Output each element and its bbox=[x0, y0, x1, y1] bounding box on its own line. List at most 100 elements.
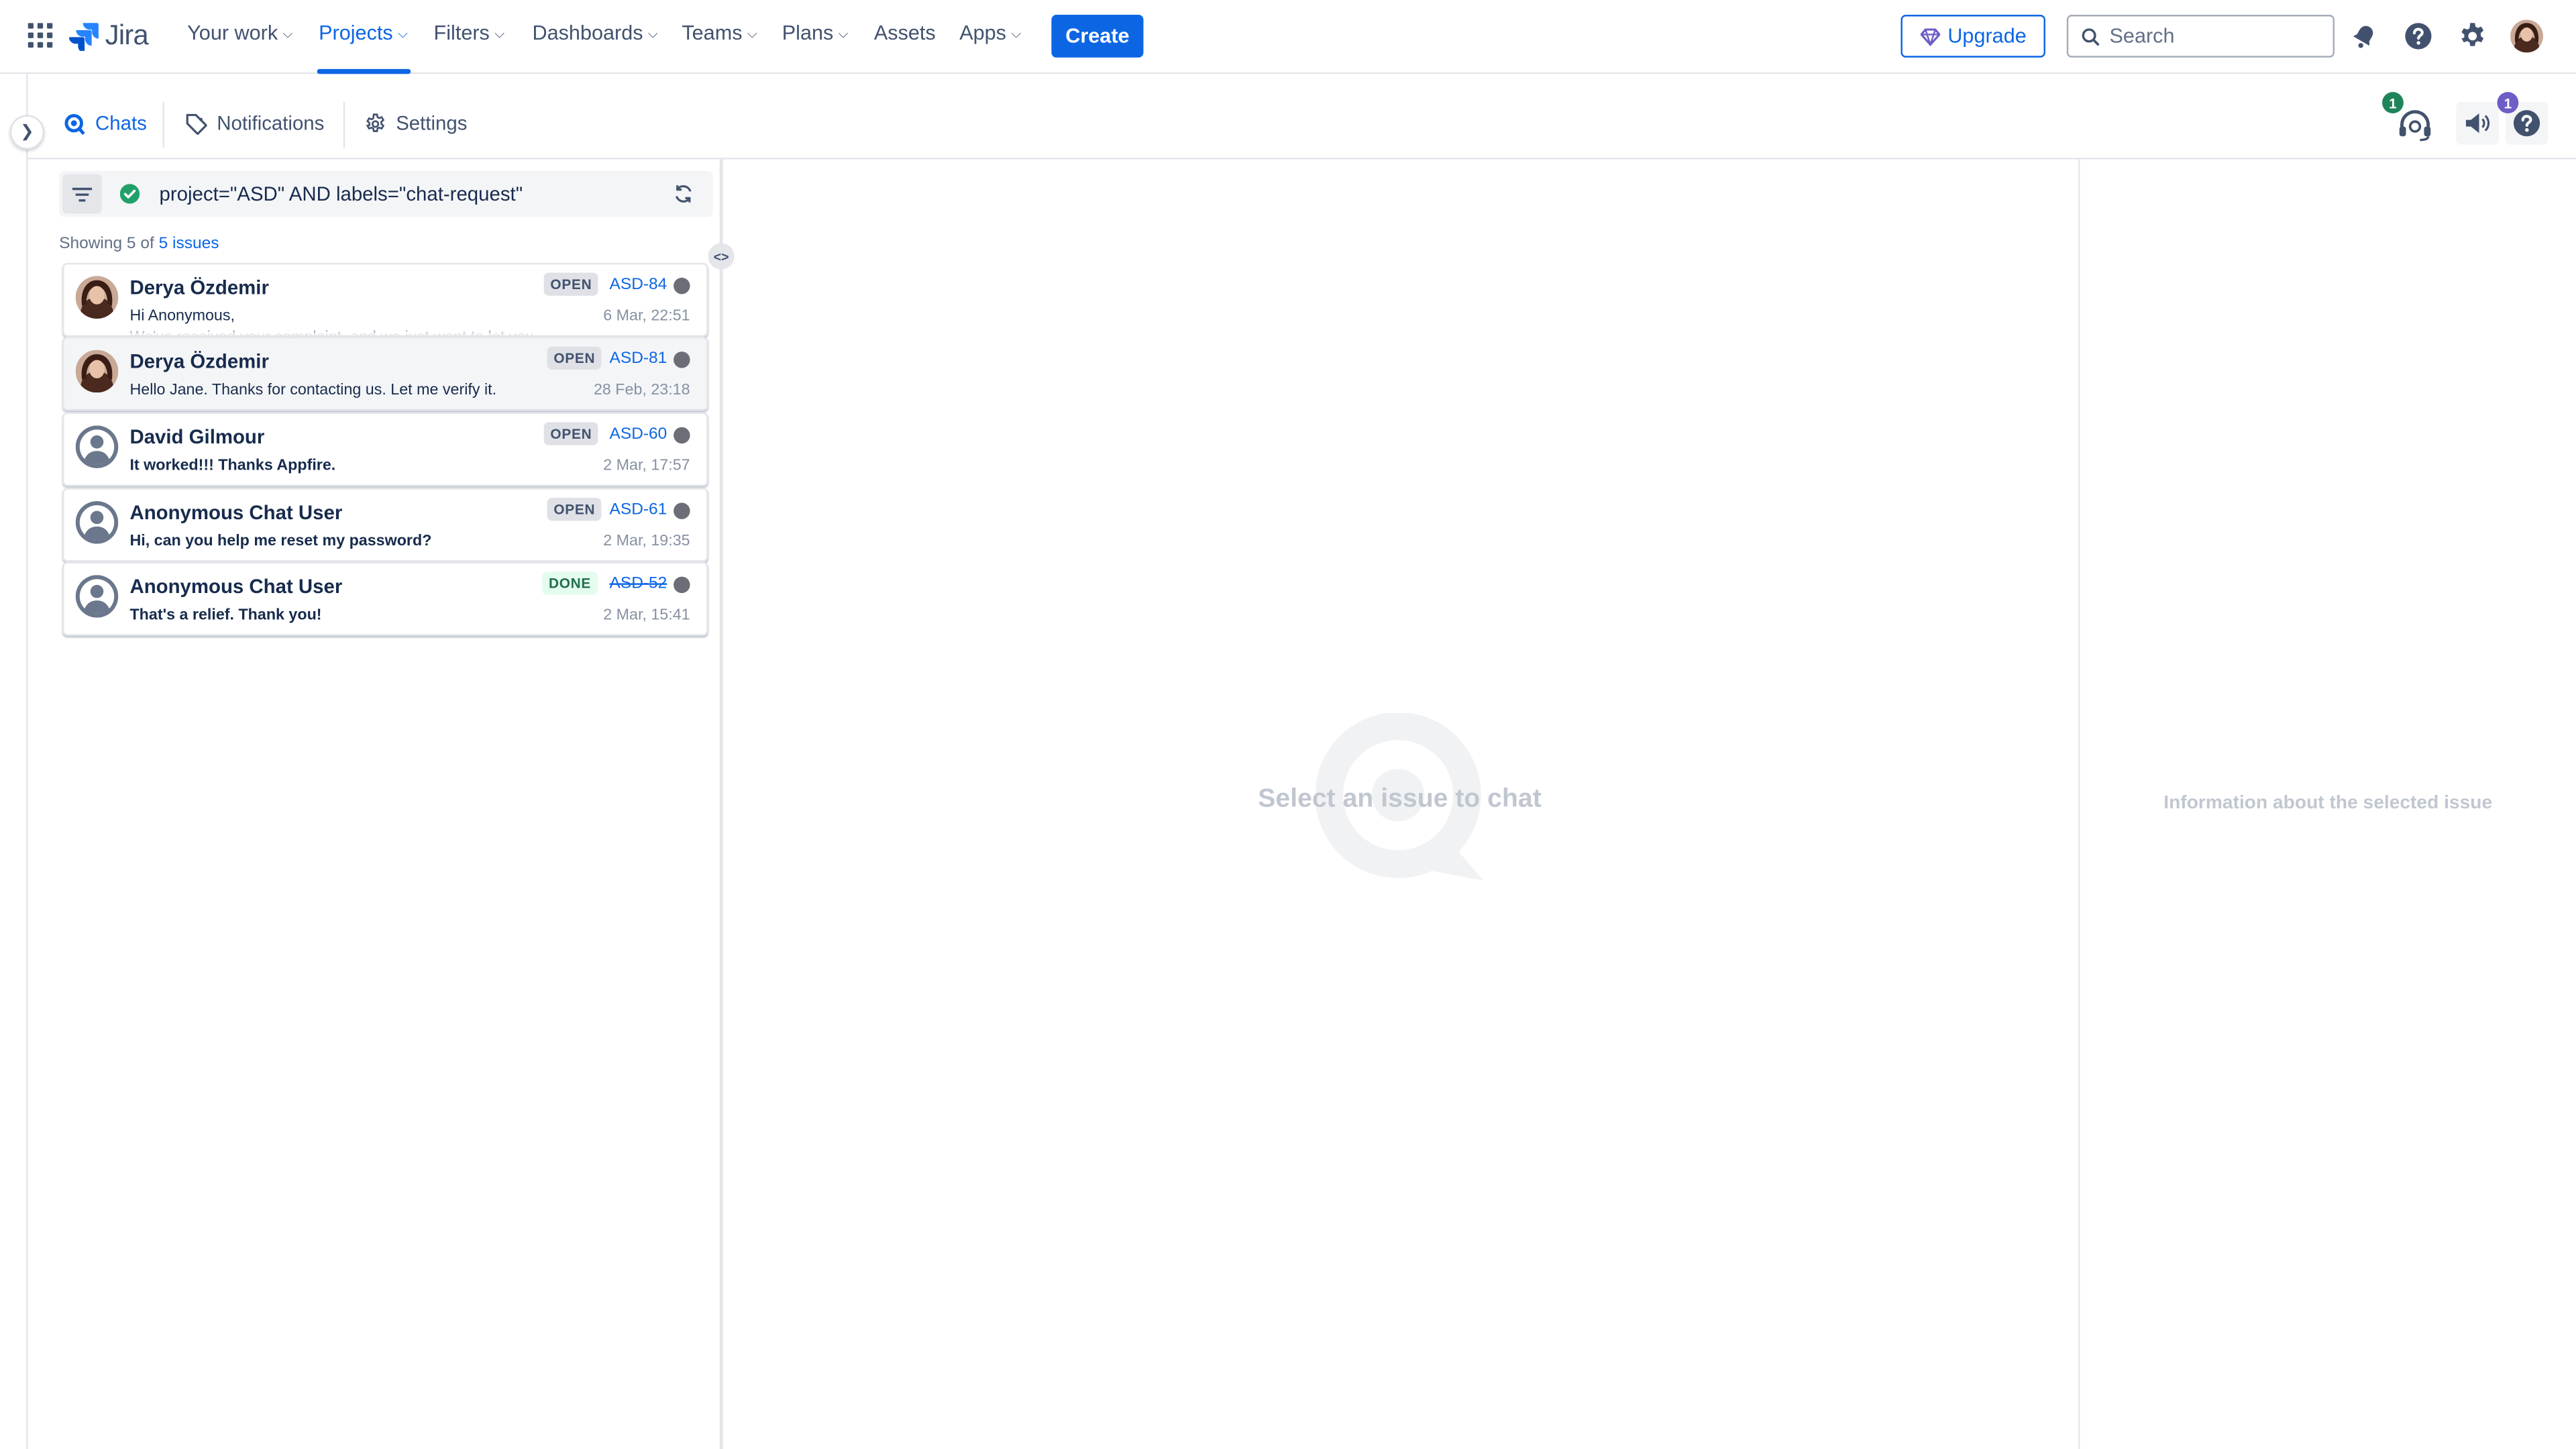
tab-chats[interactable]: Chats bbox=[64, 112, 147, 135]
agent-count-badge: 1 bbox=[2382, 92, 2404, 113]
chevron-down-icon: ⌵ bbox=[647, 25, 658, 41]
issue-reporter-name: David Gilmour bbox=[129, 425, 265, 449]
refresh-icon bbox=[675, 185, 692, 203]
help-count-badge: 1 bbox=[2497, 92, 2519, 113]
issue-key-link[interactable]: ASD-60 bbox=[610, 425, 667, 443]
announcements-button[interactable] bbox=[2456, 101, 2499, 145]
agent-availability-button[interactable]: 1 bbox=[2382, 92, 2436, 145]
chevron-down-icon: ⌵ bbox=[747, 25, 757, 41]
issue-reporter-name: Derya Özdemir bbox=[129, 276, 269, 299]
issue-reporter-name: Derya Özdemir bbox=[129, 350, 269, 373]
issue-last-message: Hello Jane. Thanks for contacting us. Le… bbox=[129, 380, 496, 401]
settings-gear-icon bbox=[366, 113, 385, 131]
nav-label: Dashboards bbox=[532, 21, 643, 45]
nav-label: Your work bbox=[187, 21, 278, 45]
status-badge: OPEN bbox=[547, 498, 602, 521]
chat-logo-icon bbox=[64, 113, 85, 134]
notifications-bell-icon[interactable] bbox=[2351, 23, 2377, 49]
nav-label: Assets bbox=[873, 21, 936, 45]
app-switcher-icon[interactable] bbox=[28, 23, 53, 48]
issue-key-link[interactable]: ASD-61 bbox=[610, 501, 667, 519]
top-navigation: Jira Your work ⌵ Projects ⌵ Filters ⌵ Dashb… bbox=[0, 0, 2576, 74]
jql-query-text[interactable]: project="ASD" AND labels="chat-request" bbox=[160, 182, 523, 205]
message-fade bbox=[129, 325, 656, 335]
jira-logo-icon bbox=[68, 23, 99, 51]
nav-label: Filters bbox=[433, 21, 490, 45]
all-issues-link[interactable]: 5 issues bbox=[159, 235, 219, 253]
search-icon bbox=[2082, 28, 2100, 45]
nav-assets[interactable]: Assets bbox=[874, 21, 936, 44]
presence-dot bbox=[674, 352, 690, 368]
nav-plans[interactable]: Plans ⌵ bbox=[782, 21, 849, 44]
create-button[interactable]: Create bbox=[1051, 15, 1144, 58]
settings-gear-icon[interactable] bbox=[2458, 21, 2487, 51]
issue-list-item[interactable]: Derya Özdemir Hello Jane. Thanks for cont… bbox=[62, 337, 708, 411]
nav-projects[interactable]: Projects ⌵ bbox=[319, 21, 408, 44]
default-avatar-icon bbox=[75, 500, 119, 544]
sidebar-rail bbox=[0, 74, 28, 1449]
tab-divider bbox=[343, 101, 345, 148]
filter-icon bbox=[72, 186, 93, 201]
status-badge: OPEN bbox=[547, 346, 602, 370]
user-avatar bbox=[75, 350, 119, 393]
nav-label: Apps bbox=[959, 21, 1007, 45]
valid-check-icon bbox=[119, 184, 140, 204]
issue-timestamp: 28 Feb, 23:18 bbox=[593, 381, 690, 400]
chat-help-button[interactable]: 1 bbox=[2497, 92, 2548, 145]
status-badge: DONE bbox=[542, 572, 598, 595]
upgrade-button[interactable]: Upgrade bbox=[1900, 15, 2046, 58]
issue-key-link[interactable]: ASD-84 bbox=[610, 276, 667, 294]
issue-list-item[interactable]: Derya ÖzdemirHi Anonymous,We've received… bbox=[62, 262, 708, 337]
upgrade-label: Upgrade bbox=[1947, 24, 2027, 48]
nav-filters[interactable]: Filters ⌵ bbox=[434, 21, 505, 44]
nav-label: Teams bbox=[682, 21, 743, 45]
search-field[interactable] bbox=[2066, 15, 2335, 58]
headset-icon bbox=[2399, 110, 2431, 142]
issue-key-link[interactable]: ASD-81 bbox=[610, 350, 667, 368]
issue-list-item[interactable]: Anonymous Chat User That's a relief. Than… bbox=[62, 561, 708, 636]
refresh-button[interactable] bbox=[674, 184, 693, 203]
tab-label: Chats bbox=[95, 111, 147, 135]
nav-label: Projects bbox=[319, 21, 393, 45]
nav-your-work[interactable]: Your work ⌵ bbox=[187, 21, 292, 44]
presence-dot bbox=[674, 502, 690, 519]
jira-logo[interactable]: Jira bbox=[68, 19, 149, 52]
status-badge: OPEN bbox=[543, 422, 599, 445]
chevron-down-icon: ⌵ bbox=[398, 25, 408, 41]
presence-dot bbox=[674, 427, 690, 444]
chevron-down-icon: ⌵ bbox=[1011, 25, 1022, 41]
user-avatar bbox=[75, 276, 119, 319]
tab-label: Settings bbox=[396, 111, 468, 135]
presence-dot bbox=[674, 277, 690, 294]
tab-settings[interactable]: Settings bbox=[365, 111, 468, 135]
chevron-down-icon: ⌵ bbox=[838, 25, 849, 41]
issue-list-item[interactable]: Anonymous Chat User Hi, can you help me r… bbox=[62, 488, 708, 562]
tab-notifications[interactable]: Notifications bbox=[186, 112, 324, 135]
nav-apps[interactable]: Apps ⌵ bbox=[959, 21, 1021, 44]
search-input[interactable] bbox=[2109, 24, 2323, 48]
issue-last-message: Hi, can you help me reset my password? bbox=[129, 531, 431, 552]
resize-pane-handle[interactable]: <> bbox=[708, 243, 735, 270]
default-avatar-icon bbox=[75, 575, 119, 618]
issue-reporter-name: Anonymous Chat User bbox=[129, 575, 343, 598]
chevron-down-icon: ⌵ bbox=[494, 25, 505, 41]
user-avatar[interactable] bbox=[2510, 19, 2544, 53]
empty-chat-message: Select an issue to chat bbox=[1258, 785, 1542, 814]
issue-list-item[interactable]: David Gilmour It worked!!! Thanks Appfire… bbox=[62, 412, 708, 486]
issue-last-message: It worked!!! Thanks Appfire. bbox=[129, 455, 335, 476]
active-nav-indicator bbox=[317, 68, 411, 74]
nav-dashboards[interactable]: Dashboards ⌵ bbox=[532, 21, 657, 44]
megaphone-icon bbox=[2465, 113, 2490, 133]
message-line: It worked!!! Thanks Appfire. bbox=[129, 456, 336, 475]
default-avatar-icon bbox=[75, 425, 119, 468]
issue-key-link[interactable]: ASD-52 bbox=[610, 575, 667, 593]
jql-query-bar: project="ASD" AND labels="chat-request" bbox=[59, 170, 713, 217]
message-line: That's a relief. Thank you! bbox=[129, 606, 322, 625]
chat-empty-state: Select an issue to chat bbox=[1236, 712, 1564, 894]
help-icon[interactable] bbox=[2404, 21, 2433, 51]
issue-last-message: That's a relief. Thank you! bbox=[129, 604, 321, 626]
diamond-icon bbox=[1919, 28, 1940, 46]
filter-button[interactable] bbox=[62, 174, 102, 214]
nav-teams[interactable]: Teams ⌵ bbox=[682, 21, 757, 44]
message-line: Hi Anonymous, bbox=[129, 307, 235, 325]
